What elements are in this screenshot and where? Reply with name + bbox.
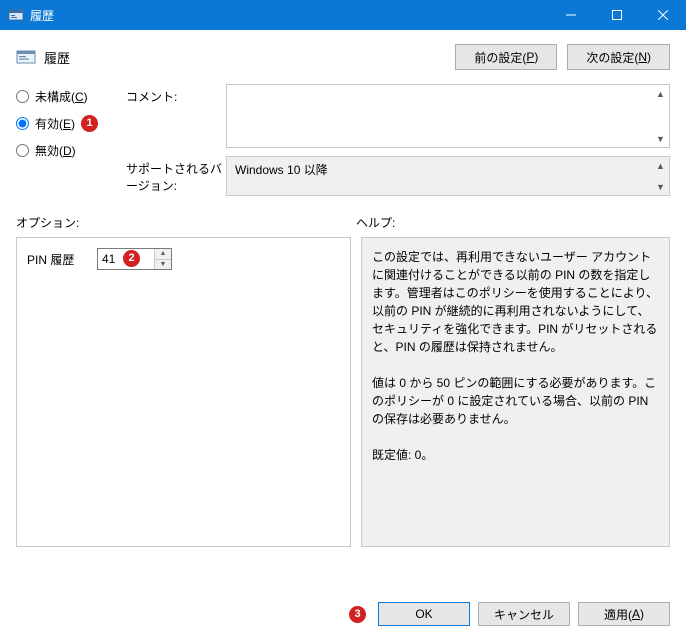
supported-on-box: Windows 10 以降 ▲ ▼ (226, 156, 670, 196)
cancel-button[interactable]: キャンセル (478, 602, 570, 626)
scroll-down-icon: ▼ (652, 178, 669, 195)
radio-disabled-label: 無効(D) (35, 142, 76, 159)
supported-label: サポートされるバージョン: (126, 156, 226, 196)
spinner-up-icon[interactable]: ▲ (155, 249, 171, 260)
help-text: この設定では、再利用できないユーザー アカウントに関連付けることができる以前の … (372, 248, 659, 464)
comment-label: コメント: (126, 84, 226, 148)
prev-setting-label-key: P (526, 50, 534, 64)
next-setting-label-key: N (638, 50, 647, 64)
scroll-down-icon[interactable]: ▼ (652, 130, 669, 147)
next-setting-label-prefix: 次の設定( (586, 49, 638, 66)
next-setting-button[interactable]: 次の設定(N) (567, 44, 670, 70)
prev-setting-label-prefix: 前の設定( (474, 49, 526, 66)
comment-scroll[interactable]: ▲ ▼ (652, 85, 669, 147)
state-radio-group: 未構成(C) 有効(E) 1 無効(D) (16, 84, 126, 204)
radio-enabled[interactable] (16, 117, 29, 130)
radio-disabled-row[interactable]: 無効(D) (16, 142, 126, 159)
options-panel: PIN 履歴 ▲ ▼ 2 (16, 237, 351, 547)
annotation-badge-1: 1 (81, 115, 98, 132)
dialog-footer: 3 OK キャンセル 適用(A) (343, 602, 670, 626)
radio-enabled-row[interactable]: 有効(E) 1 (16, 115, 126, 132)
previous-setting-button[interactable]: 前の設定(P) (455, 44, 557, 70)
supported-on-value: Windows 10 以降 (227, 157, 652, 195)
ok-button-label: OK (415, 607, 432, 621)
radio-not-configured[interactable] (16, 90, 29, 103)
comment-value (227, 85, 652, 147)
prev-setting-label-suffix: ) (534, 50, 538, 64)
policy-title: 履歴 (44, 48, 70, 67)
options-section-label: オプション: (16, 214, 356, 231)
window-title: 履歴 (30, 7, 54, 24)
next-setting-label-suffix: ) (647, 50, 651, 64)
help-section-label: ヘルプ: (356, 214, 670, 231)
pin-history-label: PIN 履歴 (27, 251, 97, 268)
radio-enabled-label: 有効(E) (35, 115, 75, 132)
apply-button-label-suffix: ) (640, 607, 644, 621)
maximize-button[interactable] (594, 0, 640, 30)
ok-button[interactable]: OK (378, 602, 470, 626)
radio-not-configured-label: 未構成(C) (35, 88, 88, 105)
apply-button-label-key: A (632, 607, 640, 621)
spinner-down-icon[interactable]: ▼ (155, 260, 171, 270)
policy-app-icon (8, 7, 24, 23)
apply-button-label-prefix: 適用( (604, 606, 632, 623)
titlebar: 履歴 (0, 0, 686, 30)
policy-icon (16, 48, 38, 66)
help-panel: この設定では、再利用できないユーザー アカウントに関連付けることができる以前の … (361, 237, 670, 547)
annotation-badge-3: 3 (349, 606, 366, 623)
supported-scroll: ▲ ▼ (652, 157, 669, 195)
scroll-up-icon[interactable]: ▲ (652, 85, 669, 102)
radio-disabled[interactable] (16, 144, 29, 157)
comment-textarea[interactable]: ▲ ▼ (226, 84, 670, 148)
radio-not-configured-row[interactable]: 未構成(C) (16, 88, 126, 105)
minimize-button[interactable] (548, 0, 594, 30)
policy-header: 履歴 前の設定(P) 次の設定(N) (0, 30, 686, 76)
cancel-button-label: キャンセル (494, 606, 554, 623)
pin-history-input[interactable] (98, 249, 154, 269)
pin-history-spinner[interactable]: ▲ ▼ (97, 248, 172, 270)
close-button[interactable] (640, 0, 686, 30)
apply-button[interactable]: 適用(A) (578, 602, 670, 626)
scroll-up-icon: ▲ (652, 157, 669, 174)
